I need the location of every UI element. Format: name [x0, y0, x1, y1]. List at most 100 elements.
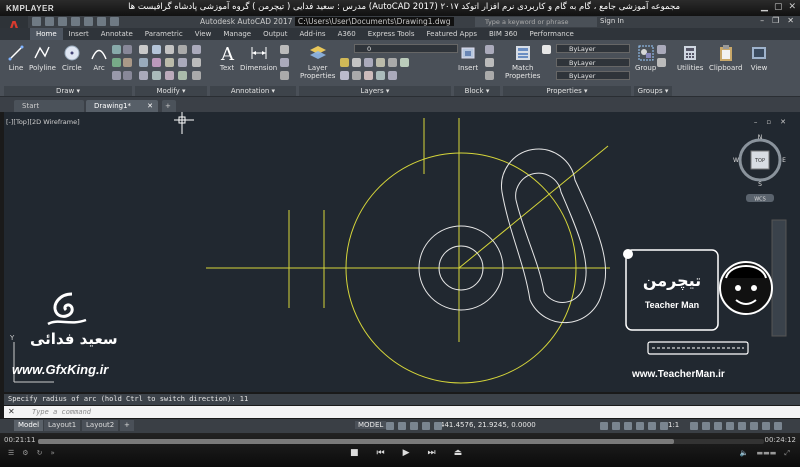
open-file-icon[interactable] — [45, 17, 54, 26]
layer-state-icon[interactable] — [340, 58, 349, 67]
layer-previous-icon[interactable] — [388, 71, 397, 80]
array-icon[interactable] — [165, 71, 174, 80]
markup-icon[interactable] — [280, 71, 289, 80]
linetype-dropdown[interactable]: ByLayer — [556, 71, 630, 80]
minimize-icon[interactable]: – — [760, 16, 764, 25]
play-icon[interactable]: ▶ — [403, 448, 410, 458]
close-tab-icon[interactable]: ✕ — [147, 100, 153, 112]
lineweight-icon[interactable] — [612, 422, 620, 430]
dimension-tool[interactable]: Dimension — [240, 44, 277, 72]
ribbon-tab-a360[interactable]: A360 — [332, 28, 362, 40]
ribbon-tab-annotate[interactable]: Annotate — [95, 28, 139, 40]
annotation-visibility-icon[interactable] — [648, 422, 656, 430]
circle-tool[interactable]: Circle — [62, 44, 82, 72]
leader-icon[interactable] — [280, 45, 289, 54]
ribbon-tab-view[interactable]: View — [189, 28, 218, 40]
layer-isolate-icon[interactable] — [352, 58, 361, 67]
close-icon[interactable]: ✕ — [787, 16, 794, 25]
stop-icon[interactable]: ■ — [350, 448, 359, 458]
save-icon[interactable] — [58, 17, 67, 26]
layout-tab-layout1[interactable]: Layout1 — [44, 420, 81, 431]
hatch-icon[interactable] — [112, 58, 121, 67]
layer-lock-icon[interactable] — [388, 58, 397, 67]
player-close-icon[interactable]: ✕ — [788, 2, 796, 12]
plot-icon[interactable] — [84, 17, 93, 26]
workspace-icon[interactable] — [690, 422, 698, 430]
break-icon[interactable] — [192, 45, 201, 54]
auto-scale-icon[interactable] — [660, 422, 668, 430]
grid-icon[interactable] — [386, 422, 394, 430]
ribbon-tab-add-ins[interactable]: Add-ins — [293, 28, 331, 40]
ribbon-tab-output[interactable]: Output — [257, 28, 293, 40]
layer-current-icon[interactable] — [340, 71, 349, 80]
annotation-monitor-icon[interactable] — [702, 422, 710, 430]
ribbon-tab-home[interactable]: Home — [30, 28, 63, 40]
panel-annotation[interactable]: Annotation ▾ — [210, 86, 296, 96]
layout-tab-model[interactable]: Model — [14, 420, 44, 431]
copy-icon[interactable] — [139, 58, 148, 67]
command-input[interactable]: Type a command — [4, 406, 800, 418]
rotate-icon[interactable] — [152, 45, 161, 54]
search-input[interactable]: Type a keyword or phrase — [475, 17, 597, 27]
chamfer-icon[interactable] — [192, 71, 201, 80]
clean-screen-icon[interactable] — [762, 422, 770, 430]
join-icon[interactable] — [192, 58, 201, 67]
annotation-scale[interactable]: 1:1 — [668, 421, 679, 429]
text-tool[interactable]: A Text — [218, 44, 236, 72]
layer-delete-icon[interactable] — [376, 71, 385, 80]
scale-icon[interactable] — [152, 71, 161, 80]
viewport-close-icon[interactable]: ✕ — [780, 118, 786, 126]
ribbon-tab-insert[interactable]: Insert — [63, 28, 95, 40]
panel-properties[interactable]: Properties ▾ — [503, 86, 631, 96]
mirror-icon[interactable] — [152, 58, 161, 67]
repeat-icon[interactable]: ↻ — [37, 449, 43, 457]
panel-groups[interactable]: Groups ▾ — [634, 86, 672, 96]
utilities-tool[interactable]: Utilities — [677, 44, 703, 72]
add-layout-button[interactable]: + — [120, 420, 134, 431]
point-icon[interactable] — [123, 71, 132, 80]
edit-attributes-icon[interactable] — [485, 71, 494, 80]
previous-icon[interactable]: ⏮ — [377, 448, 385, 458]
layer-dropdown[interactable]: 0 — [354, 44, 458, 53]
stretch-icon[interactable] — [139, 71, 148, 80]
lineweight-dropdown[interactable]: ByLayer — [556, 58, 630, 67]
move-icon[interactable] — [139, 45, 148, 54]
ribbon-tab-bim-360[interactable]: BIM 360 — [483, 28, 524, 40]
panel-modify[interactable]: Modify ▾ — [135, 86, 207, 96]
new-tab-button[interactable]: + — [162, 100, 176, 112]
selection-cycling-icon[interactable] — [636, 422, 644, 430]
insert-block-tool[interactable]: Insert — [458, 44, 478, 72]
customization-icon[interactable] — [774, 422, 782, 430]
isolate-objects-icon[interactable] — [738, 422, 746, 430]
settings-icon[interactable]: ⚙ — [22, 449, 28, 457]
speed-icon[interactable]: » — [50, 449, 54, 457]
panel-block[interactable]: Block ▾ — [454, 86, 500, 96]
player-maximize-icon[interactable]: ▢ — [774, 2, 783, 12]
layer-properties-tool[interactable]: Layer Properties — [300, 44, 335, 80]
ribbon-tab-manage[interactable]: Manage — [217, 28, 257, 40]
file-tab-drawing1[interactable]: Drawing1* ✕ — [86, 100, 158, 112]
boundary-icon[interactable] — [123, 45, 132, 54]
ribbon-tab-express-tools[interactable]: Express Tools — [362, 28, 421, 40]
quick-properties-icon[interactable] — [726, 422, 734, 430]
osnap-icon[interactable] — [434, 422, 442, 430]
region-icon[interactable] — [123, 58, 132, 67]
layer-off-icon[interactable] — [364, 58, 373, 67]
transparency-icon[interactable] — [624, 422, 632, 430]
layer-freeze-icon[interactable] — [376, 58, 385, 67]
ribbon-tab-parametric[interactable]: Parametric — [139, 28, 189, 40]
layer-match-icon[interactable] — [400, 58, 409, 67]
color-dropdown[interactable]: ByLayer — [556, 44, 630, 53]
match-properties-tool[interactable]: Match Properties — [505, 44, 540, 80]
hardware-acceleration-icon[interactable] — [750, 422, 758, 430]
ungroup-icon[interactable] — [657, 45, 666, 54]
new-file-icon[interactable] — [32, 17, 41, 26]
player-minimize-icon[interactable]: ▁ — [761, 2, 768, 12]
viewport-restore-icon[interactable]: ▫ — [766, 118, 771, 126]
fullscreen-icon[interactable]: ⤢ — [784, 449, 790, 458]
layer-walk-icon[interactable] — [352, 71, 361, 80]
explode-icon[interactable] — [178, 58, 187, 67]
sign-in-link[interactable]: Sign In — [600, 17, 624, 25]
volume-slider[interactable]: ▬▬▬ — [757, 449, 777, 458]
save-as-icon[interactable] — [71, 17, 80, 26]
